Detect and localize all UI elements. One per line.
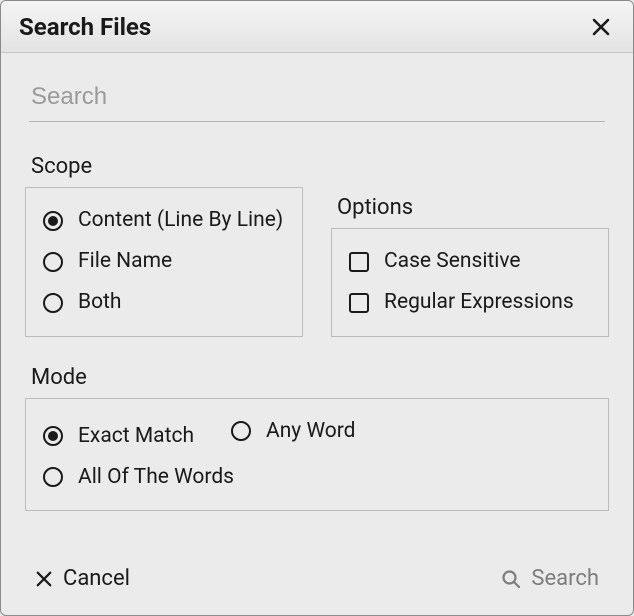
cancel-button[interactable]: Cancel xyxy=(31,560,134,597)
mode-title: Mode xyxy=(31,365,609,390)
mode-option-label: Exact Match xyxy=(78,424,194,449)
search-input[interactable] xyxy=(29,77,605,122)
dialog-body: Scope Content (Line By Line) File Name xyxy=(1,53,633,615)
scope-option-both[interactable]: Both xyxy=(40,282,288,323)
scope-title: Scope xyxy=(31,154,303,179)
scope-option-label: Both xyxy=(78,290,122,315)
options-group: Options Case Sensitive Regular Expressio… xyxy=(331,195,609,336)
scope-option-filename[interactable]: File Name xyxy=(40,241,288,282)
mode-box: Exact Match Any Word All Of The Words xyxy=(25,398,609,511)
mode-option-exact[interactable]: Exact Match xyxy=(40,416,196,457)
scope-group: Scope Content (Line By Line) File Name xyxy=(25,154,303,337)
dialog-title: Search Files xyxy=(19,13,151,41)
option-label: Case Sensitive xyxy=(384,249,521,274)
radio-icon xyxy=(42,292,64,314)
mode-option-label: Any Word xyxy=(266,419,356,444)
dialog-footer: Cancel Search xyxy=(25,546,609,615)
search-files-dialog: Search Files Scope Content (Line By L xyxy=(0,0,634,616)
scope-option-label: File Name xyxy=(78,249,172,274)
checkbox-icon xyxy=(348,292,370,314)
radio-icon xyxy=(230,420,252,442)
mode-group: Mode Exact Match Any Word xyxy=(25,365,609,546)
radio-icon xyxy=(42,251,64,273)
option-label: Regular Expressions xyxy=(384,290,574,315)
options-box: Case Sensitive Regular Expressions xyxy=(331,228,609,336)
scope-box: Content (Line By Line) File Name Both xyxy=(25,187,303,337)
radio-icon xyxy=(42,210,64,232)
close-icon xyxy=(591,17,611,37)
mode-option-any[interactable]: Any Word xyxy=(228,411,358,452)
option-regex[interactable]: Regular Expressions xyxy=(346,282,594,323)
scope-option-content[interactable]: Content (Line By Line) xyxy=(40,200,288,241)
mode-option-label: All Of The Words xyxy=(78,465,234,490)
cancel-label: Cancel xyxy=(63,566,130,591)
search-button[interactable]: Search xyxy=(497,560,603,597)
search-icon xyxy=(501,569,521,589)
radio-icon xyxy=(42,466,64,488)
checkbox-icon xyxy=(348,251,370,273)
titlebar: Search Files xyxy=(1,1,633,53)
radio-icon xyxy=(42,425,64,447)
option-case-sensitive[interactable]: Case Sensitive xyxy=(346,241,594,282)
close-button[interactable] xyxy=(587,13,615,41)
close-icon xyxy=(35,570,53,588)
mode-option-all[interactable]: All Of The Words xyxy=(40,457,594,498)
search-field-wrap xyxy=(25,71,609,130)
top-groups-row: Scope Content (Line By Line) File Name xyxy=(25,154,609,337)
search-label: Search xyxy=(531,566,599,591)
scope-option-label: Content (Line By Line) xyxy=(78,208,283,233)
options-title: Options xyxy=(337,195,609,220)
